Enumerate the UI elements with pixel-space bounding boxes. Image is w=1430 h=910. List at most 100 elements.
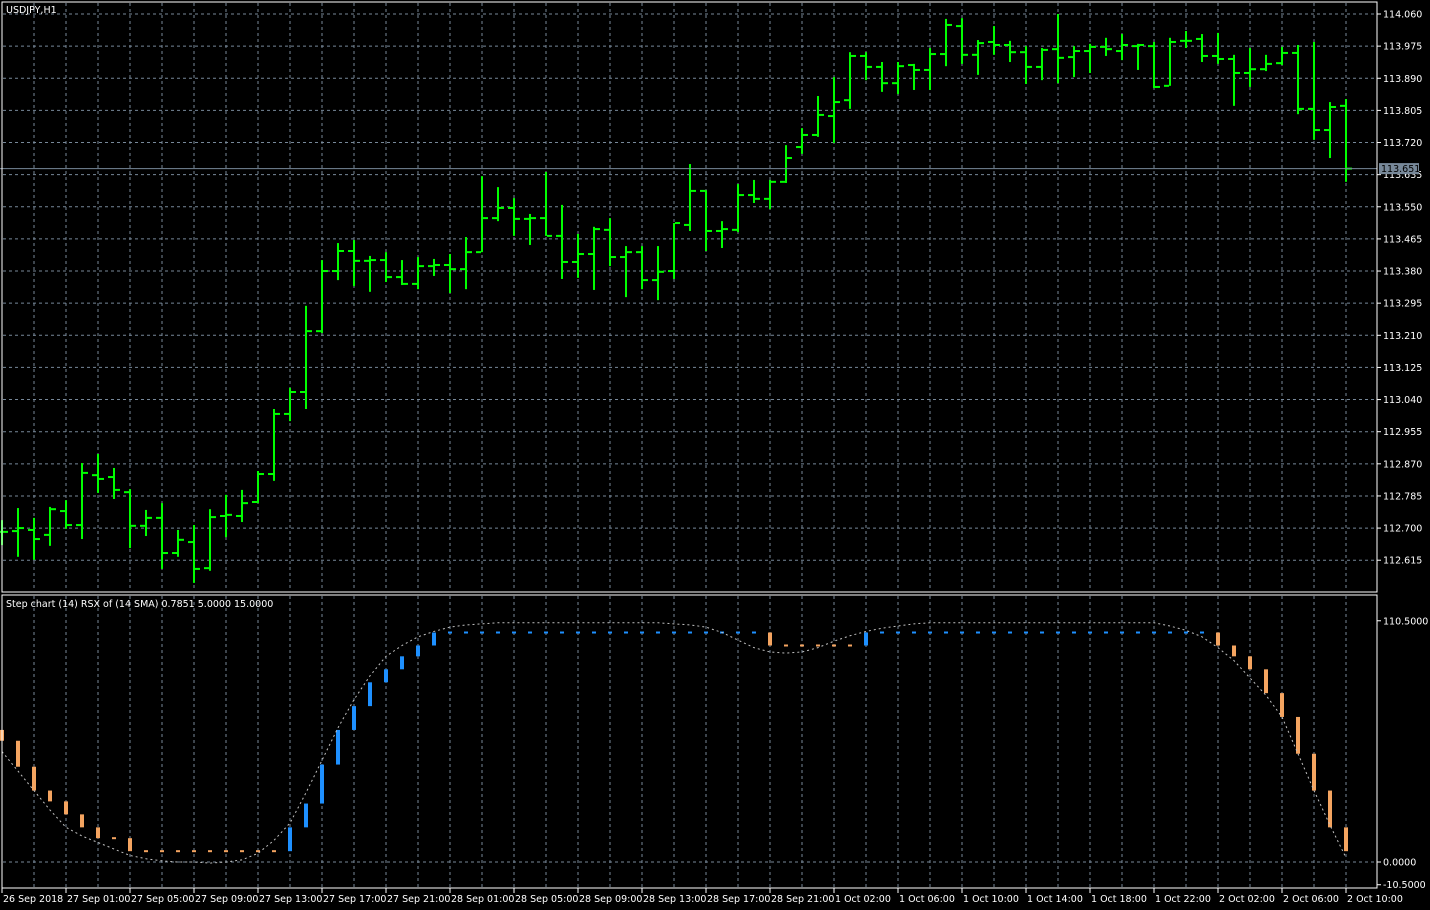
step-flat-mark: [672, 631, 676, 634]
bar-high-low: [289, 387, 291, 422]
bar-close-tick: [1155, 85, 1160, 88]
bar-close-tick: [707, 229, 712, 232]
chart-window[interactable]: 114.060 113.975 113.890 113.805 113.720 113.6…: [0, 0, 1430, 910]
bar-close-tick: [51, 508, 56, 511]
bar-open-tick: [124, 491, 129, 494]
time-tick-label: 27 Sep 01:00: [67, 894, 130, 905]
step-flat-mark: [1024, 631, 1028, 634]
bar-high-low: [401, 260, 403, 286]
bar-open-tick: [988, 40, 993, 43]
price-tick-label: 113.380: [1383, 267, 1422, 278]
bar-high-low: [945, 18, 947, 67]
bar-open-tick: [540, 217, 545, 220]
step-flat-mark: [784, 644, 788, 647]
bar-open-tick: [460, 268, 465, 271]
step-flat-mark: [208, 850, 212, 853]
step-flat-mark: [992, 631, 996, 634]
bar-open-tick: [348, 250, 353, 253]
bar-close-tick: [131, 524, 136, 527]
bar-close-tick: [643, 279, 648, 282]
bar-high-low: [369, 255, 371, 292]
step-flat-mark: [192, 850, 196, 853]
bar-high-low: [961, 18, 963, 64]
step-flat-mark: [752, 631, 756, 634]
bar-high-low: [849, 52, 851, 109]
price-tick-label: 114.060: [1383, 10, 1422, 21]
bar-high-low: [609, 218, 611, 267]
bar-close-tick: [1251, 68, 1256, 71]
bar-open-tick: [0, 530, 1, 533]
bar-high-low: [897, 62, 899, 95]
indicator-tick-label: -10.5000: [1383, 880, 1426, 891]
bar-close-tick: [1331, 105, 1336, 108]
bar-open-tick: [780, 180, 785, 183]
bar-close-tick: [419, 265, 424, 268]
bar-open-tick: [380, 259, 385, 262]
bar-high-low: [817, 96, 819, 137]
bar-close-tick: [1139, 43, 1144, 46]
bar-high-low: [449, 254, 451, 293]
time-tick-label: 27 Sep 05:00: [131, 894, 194, 905]
time-tick-label: 1 Oct 10:00: [963, 894, 1019, 905]
bar-close-tick: [291, 391, 296, 393]
step-down-mark: [16, 740, 20, 767]
step-flat-mark: [848, 644, 852, 647]
step-up-mark: [304, 803, 308, 828]
bar-close-tick: [163, 552, 168, 555]
bar-high-low: [1265, 54, 1267, 72]
bar-close-tick: [723, 228, 728, 231]
bar-open-tick: [172, 552, 177, 555]
step-flat-mark: [608, 631, 612, 634]
indicator-tick-label: 0.0000: [1383, 858, 1416, 869]
bar-high-low: [1233, 54, 1235, 106]
bar-close-tick: [1059, 56, 1064, 59]
symbol-label: USDJPY,H1: [6, 5, 57, 16]
bar-high-low: [673, 223, 675, 279]
bar-open-tick: [268, 473, 273, 476]
bar-close-tick: [739, 194, 744, 197]
bar-high-low: [97, 453, 99, 493]
price-tick-label: 113.550: [1383, 202, 1422, 213]
step-down-mark: [1248, 656, 1252, 670]
bar-close-tick: [275, 412, 280, 415]
price-tick-label: 112.870: [1383, 459, 1422, 470]
price-tick-label: 113.210: [1383, 331, 1422, 342]
bar-high-low: [721, 221, 723, 248]
bar-close-tick: [1107, 48, 1112, 51]
bar-high-low: [321, 260, 323, 334]
bar-close-tick: [835, 101, 840, 104]
bar-open-tick: [828, 115, 833, 118]
bar-high-low: [465, 237, 467, 290]
step-flat-mark: [592, 631, 596, 634]
bar-open-tick: [444, 263, 449, 266]
step-flat-mark: [160, 850, 164, 853]
bar-open-tick: [844, 99, 849, 102]
bar-high-low: [1105, 37, 1107, 56]
bar-high-low: [641, 246, 643, 290]
bar-open-tick: [92, 474, 97, 477]
bar-open-tick: [188, 541, 193, 544]
bar-close-tick: [1283, 51, 1288, 54]
bar-high-low: [145, 509, 147, 537]
step-down-mark: [1312, 753, 1316, 791]
bar-open-tick: [860, 54, 865, 57]
bar-open-tick: [300, 391, 305, 393]
bar-open-tick: [1020, 51, 1025, 54]
bar-open-tick: [572, 260, 577, 263]
bar-open-tick: [332, 270, 337, 273]
bar-high-low: [353, 240, 355, 287]
price-tick-label: 113.125: [1383, 363, 1422, 374]
step-down-mark: [80, 814, 84, 828]
step-down-mark: [1328, 790, 1332, 828]
bar-high-low: [705, 190, 707, 252]
price-tick-label: 112.700: [1383, 524, 1422, 535]
bar-high-low: [1249, 48, 1251, 87]
time-tick-label: 27 Sep 21:00: [387, 894, 450, 905]
bar-high-low: [801, 128, 803, 154]
bar-open-tick: [1084, 50, 1089, 53]
bar-high-low: [865, 52, 867, 81]
bar-open-tick: [1036, 65, 1041, 68]
bar-open-tick: [1052, 48, 1057, 51]
bar-high-low: [497, 187, 499, 222]
bar-high-low: [833, 77, 835, 143]
